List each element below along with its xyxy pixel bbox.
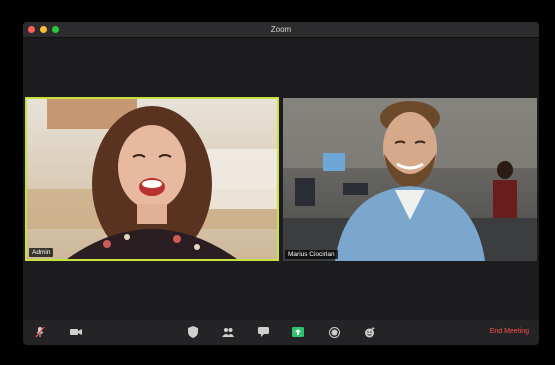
participants-icon[interactable] [222,326,234,338]
record-icon[interactable] [328,326,340,338]
zoom-window: Zoom Admin Marius Ciocirlan End Meeting [23,22,539,345]
title-bar: Zoom [23,22,539,38]
microphone-muted-icon[interactable] [34,326,46,338]
security-shield-icon[interactable] [187,326,199,338]
participant-video-feed [283,98,537,261]
participant-video-feed [27,99,277,259]
participant-video-admin[interactable]: Admin [25,97,279,261]
share-screen-icon[interactable] [292,326,304,338]
chat-icon[interactable] [257,326,269,338]
video-camera-icon[interactable] [70,326,82,338]
participant-name-label: Marius Ciocirlan [285,250,338,259]
window-title: Zoom [270,25,292,34]
end-meeting-button[interactable]: End Meeting [490,326,529,338]
video-stage: Admin Marius Ciocirlan [23,38,539,320]
participant-video-marius[interactable]: Marius Ciocirlan [283,98,537,261]
participant-name-label: Admin [29,248,54,257]
reactions-icon[interactable] [363,326,375,338]
meeting-toolbar: End Meeting [23,320,539,345]
